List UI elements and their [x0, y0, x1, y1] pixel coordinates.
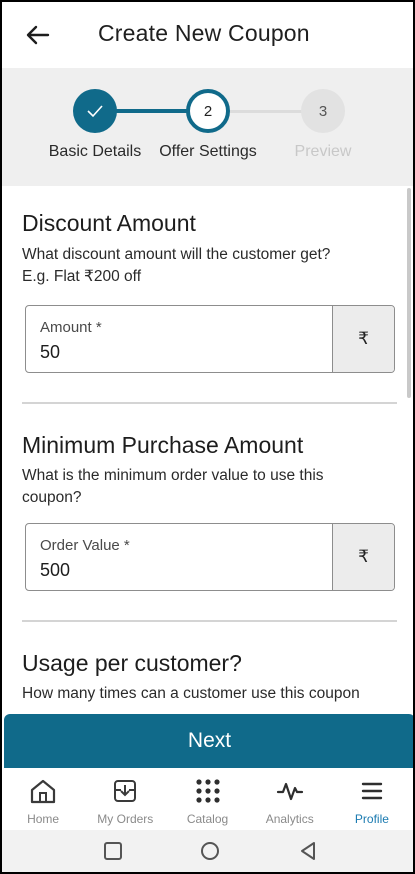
orders-box-icon [110, 776, 140, 806]
amount-field-label: Amount * [40, 319, 102, 336]
rupee-suffix: ₹ [332, 306, 394, 372]
step-2-label: Offer Settings [159, 143, 257, 160]
nav-label-profile: Profile [354, 812, 389, 826]
order-value-field[interactable]: Order Value * 500 ₹ [25, 523, 395, 591]
usage-per-customer-description: How many times can a customer use this c… [22, 685, 360, 702]
nav-label-home: Home [27, 812, 60, 826]
form-content[interactable]: Discount Amount What discount amount wil… [2, 186, 413, 714]
nav-item-profile[interactable]: Profile [331, 768, 413, 830]
nav-label-catalog: Catalog [186, 812, 229, 826]
nav-item-analytics[interactable]: Analytics [249, 768, 331, 830]
square-recents-icon[interactable] [100, 838, 126, 864]
nav-item-my-orders[interactable]: My Orders [84, 768, 166, 830]
scrollbar[interactable] [407, 188, 411, 398]
grid-dots-icon [193, 776, 223, 806]
rupee-suffix: ₹ [332, 524, 394, 590]
check-icon [87, 105, 103, 118]
minimum-purchase-description: What is the minimum order value to use t… [22, 467, 324, 506]
nav-label-my-orders: My Orders [97, 812, 154, 826]
discount-amount-title: Discount Amount [22, 210, 196, 236]
progress-stepper: 2 3 Basic Details Offer Settings Preview [2, 68, 413, 186]
step-2-circle[interactable]: 2 [186, 89, 230, 133]
triangle-back-icon[interactable] [295, 838, 321, 864]
menu-icon [357, 776, 387, 806]
minimum-purchase-title: Minimum Purchase Amount [22, 432, 304, 458]
header: Create New Coupon [2, 2, 413, 68]
step-3-circle[interactable]: 3 [301, 89, 345, 133]
bottom-navigation: Home My Orders Catalog Analytics Profile [2, 768, 413, 830]
system-navigation-bar [2, 830, 413, 872]
step-3-number: 3 [318, 102, 328, 120]
order-value-field-value[interactable]: 500 [40, 560, 70, 581]
step-connector-completed [116, 109, 188, 113]
amount-field[interactable]: Amount * 50 ₹ [25, 305, 395, 373]
home-icon [28, 776, 58, 806]
arrow-left-icon[interactable] [24, 21, 52, 49]
section-divider [22, 620, 397, 622]
step-3-label: Preview [294, 143, 352, 160]
order-value-field-label: Order Value * [40, 537, 130, 554]
step-connector-pending [230, 110, 303, 113]
usage-per-customer-title: Usage per customer? [22, 650, 242, 676]
pulse-icon [275, 776, 305, 806]
nav-item-home[interactable]: Home [2, 768, 84, 830]
circle-home-icon[interactable] [197, 838, 223, 864]
nav-label-analytics: Analytics [265, 812, 314, 826]
amount-field-value[interactable]: 50 [40, 342, 60, 363]
step-1-circle[interactable] [73, 89, 117, 133]
page-title: Create New Coupon [98, 20, 310, 46]
section-divider [22, 402, 397, 404]
step-2-number: 2 [203, 102, 213, 120]
next-button[interactable]: Next [4, 714, 413, 768]
step-1-label: Basic Details [48, 143, 142, 160]
nav-item-catalog[interactable]: Catalog [166, 768, 248, 830]
discount-amount-description: What discount amount will the customer g… [22, 246, 331, 285]
app-frame: Create New Coupon 2 3 Basic Details Offe… [0, 0, 415, 874]
